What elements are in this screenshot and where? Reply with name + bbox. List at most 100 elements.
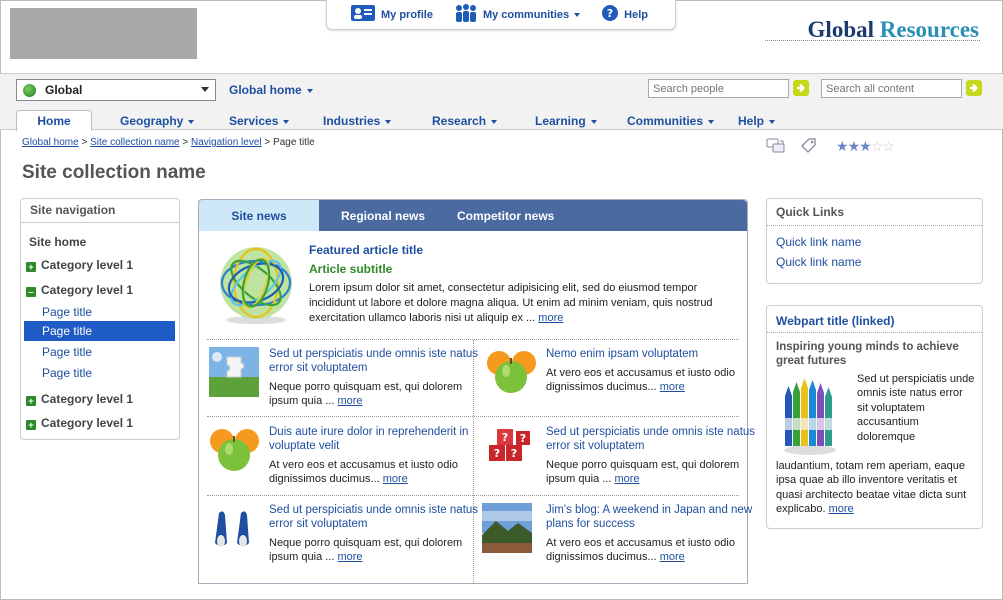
breadcrumb-separator: > [81,137,88,148]
chevron-down-icon [283,119,290,124]
nav-category-1[interactable]: + Category level 1 [26,258,133,272]
article-body: At vero eos et accusamus et iusto odio d… [546,536,756,564]
tab-home[interactable]: Home [16,110,92,131]
breadcrumb-link-global-home[interactable]: Global home [22,137,79,148]
breadcrumb: Global home > Site collection name > Nav… [22,137,315,148]
article-thumbnail-landscape[interactable] [482,503,532,553]
star-empty-icon[interactable]: ☆ [882,138,895,154]
article-text: Neque porro quisquam est, qui dolorem ip… [269,537,463,563]
tab-geography[interactable]: Geography [120,114,195,128]
tab-site-news[interactable]: Site news [199,200,319,231]
chevron-down-icon [306,88,313,93]
expand-icon[interactable]: + [26,396,36,406]
top-utility-bar: My profile My communities ? Help [326,0,676,30]
tab-services[interactable]: Services [229,114,290,128]
collapse-icon[interactable]: – [26,287,36,297]
quick-link-1[interactable]: Quick link name [776,235,861,249]
webpart-more-link[interactable]: more [829,503,854,515]
more-link[interactable]: more [660,381,685,393]
article-thumbnail-shoes[interactable] [209,503,259,553]
tab-learning[interactable]: Learning [535,114,597,128]
logo-placeholder [10,8,197,59]
article-title[interactable]: Jim's blog: A weekend in Japan and new p… [546,503,756,531]
chevron-down-icon [188,119,195,124]
global-home-label: Global home [229,83,302,97]
article-title[interactable]: Duis aute irure dolor in reprehenderit i… [269,425,479,453]
my-profile-label: My profile [381,8,433,21]
site-selector-value: Global [45,83,83,97]
article-thumbnail-apple[interactable] [486,347,536,397]
featured-article-image[interactable] [213,240,299,326]
breadcrumb-link-site-collection[interactable]: Site collection name [90,137,180,148]
expand-icon[interactable]: + [26,262,36,272]
my-profile-link[interactable]: My profile [351,4,433,25]
nav-page-2-selected[interactable]: Page title [24,321,175,341]
breadcrumb-separator: > [264,137,271,148]
tab-research[interactable]: Research [432,114,498,128]
search-all-go-button[interactable] [966,80,982,96]
nav-category-2[interactable]: – Category level 1 [26,283,133,297]
nav-category-3[interactable]: + Category level 1 [26,392,133,406]
tab-regional-news[interactable]: Regional news [341,200,425,231]
chevron-down-icon [708,119,715,124]
more-link[interactable]: more [614,473,639,485]
more-link[interactable]: more [383,473,408,485]
nav-page-1[interactable]: Page title [24,302,175,322]
share-icon[interactable] [766,137,786,158]
tab-home-label: Home [37,114,71,128]
brand-word-1: Global [807,17,875,42]
tab-label: Services [229,114,279,128]
article-title[interactable]: Nemo enim ipsam voluptatem [546,347,756,361]
help-label: Help [624,8,648,21]
expand-icon[interactable]: + [26,420,36,430]
tab-label: Research [432,114,487,128]
tab-label: Help [738,114,765,128]
tab-competitor-news[interactable]: Competitor news [457,200,554,231]
quick-link-2[interactable]: Quick link name [776,255,861,269]
my-communities-link[interactable]: My communities [455,4,581,25]
featured-article-title[interactable]: Featured article title [309,243,739,257]
more-link[interactable]: more [337,551,362,563]
article-thumbnail-puzzle[interactable] [209,347,259,397]
star-filled-icon[interactable]: ★ [848,138,861,154]
tag-icon[interactable] [800,137,818,158]
nav-page-4[interactable]: Page title [24,363,175,383]
search-people-input[interactable] [648,79,789,98]
star-empty-icon[interactable]: ☆ [871,138,884,154]
article-title[interactable]: Sed ut perspiciatis unde omnis iste natu… [269,347,479,375]
star-filled-icon[interactable]: ★ [859,138,872,154]
article-text: At vero eos et accusamus et iusto odio d… [546,537,735,563]
site-selector[interactable]: Global [16,79,216,101]
featured-more-link[interactable]: more [538,312,563,324]
featured-article-subtitle: Article subtitle [309,262,393,276]
tab-label: Industries [323,114,381,128]
nav-page-3[interactable]: Page title [24,342,175,362]
nav-category-4[interactable]: + Category level 1 [26,416,133,430]
more-link[interactable]: more [660,551,685,563]
arrow-right-icon [797,83,806,93]
tab-industries[interactable]: Industries [323,114,392,128]
search-all-input[interactable] [821,79,962,98]
article-body: Neque porro quisquam est, qui dolorem ip… [546,458,756,486]
webpart-body-2-text: laudantium, totam rem aperiam, eaque ips… [776,460,967,516]
tab-help[interactable]: Help [738,114,776,128]
site-navigation: Site navigation Site home + Category leve… [20,198,180,440]
nav-site-home[interactable]: Site home [29,235,86,249]
rating-stars[interactable]: ★★★☆☆ [836,138,895,155]
news-tab-bar: Site news Regional news Competitor news [199,200,747,231]
article-title[interactable]: Sed ut perspiciatis unde omnis iste natu… [546,425,756,453]
site-navigation-header: Site navigation [21,199,179,223]
webpart-title-link[interactable]: Webpart title (linked) [767,306,982,333]
article-thumbnail-apple[interactable] [209,425,259,475]
globe-icon [23,83,36,97]
star-filled-icon[interactable]: ★ [836,138,849,154]
tab-communities[interactable]: Communities [627,114,715,128]
chevron-down-icon [574,12,581,17]
article-title[interactable]: Sed ut perspiciatis unde omnis iste natu… [269,503,479,531]
global-home-menu[interactable]: Global home [229,83,313,97]
search-people-go-button[interactable] [793,80,809,96]
article-thumbnail-dice[interactable]: ???? [486,425,536,475]
breadcrumb-link-navigation-level[interactable]: Navigation level [191,137,262,148]
help-link[interactable]: ? Help [602,5,648,24]
more-link[interactable]: more [337,395,362,407]
